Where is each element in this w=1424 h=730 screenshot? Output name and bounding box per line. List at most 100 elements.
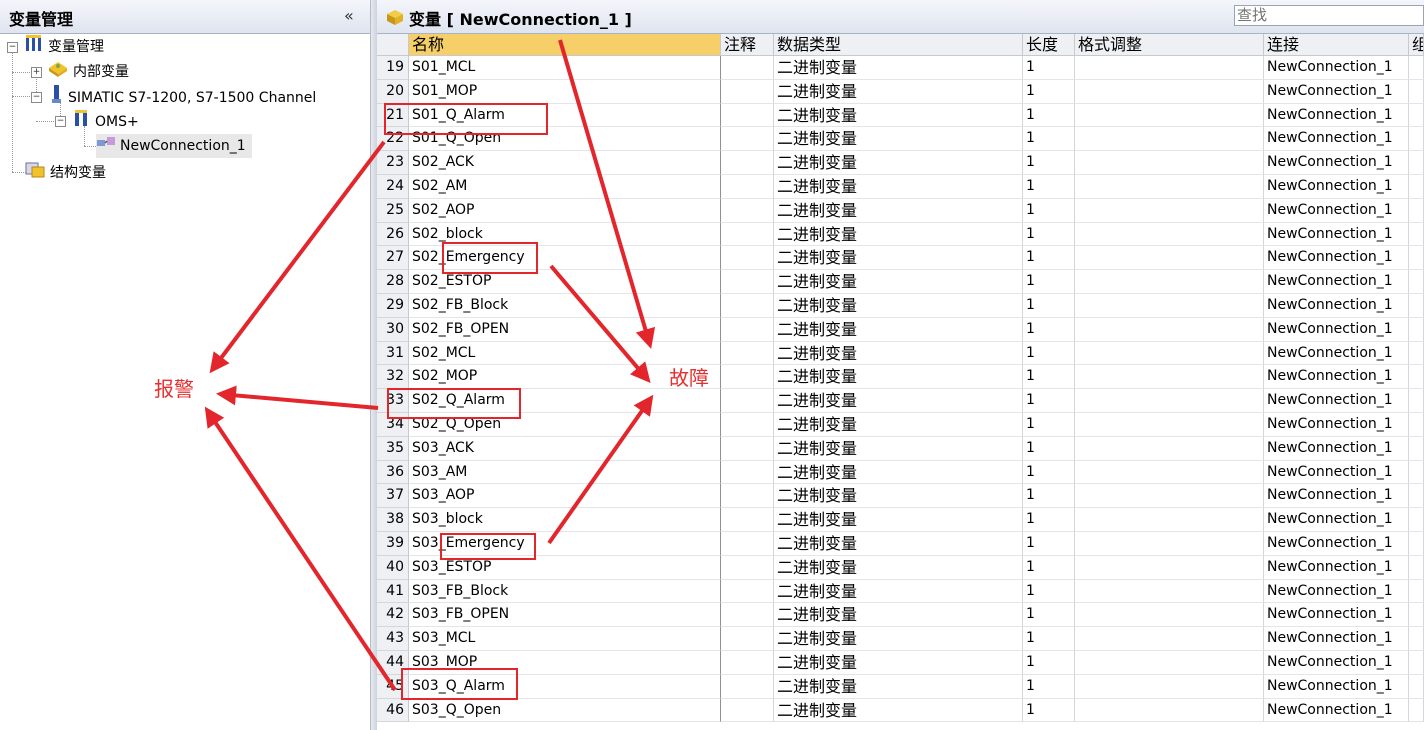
cell-fmt[interactable] bbox=[1075, 175, 1264, 199]
cell-comment[interactable] bbox=[721, 603, 774, 628]
tree-item-newconnection[interactable]: NewConnection_1 bbox=[96, 134, 252, 158]
table-row[interactable]: 43 S03_MCL 二进制变量 1 NewConnection_1 bbox=[377, 627, 1424, 651]
cell-name[interactable]: S03_AM bbox=[409, 460, 721, 485]
cell-type[interactable]: 二进制变量 bbox=[774, 103, 1023, 128]
row-number[interactable]: 23 bbox=[377, 151, 409, 175]
row-number[interactable]: 28 bbox=[377, 270, 409, 294]
cell-len[interactable]: 1 bbox=[1023, 627, 1075, 651]
table-row[interactable]: 33 S02_Q_Alarm 二进制变量 1 NewConnection_1 bbox=[377, 389, 1424, 413]
cell-comment[interactable] bbox=[721, 222, 774, 247]
cell-conn[interactable]: NewConnection_1 bbox=[1264, 698, 1409, 723]
table-row[interactable]: 24 S02_AM 二进制变量 1 NewConnection_1 bbox=[377, 175, 1424, 199]
cell-len[interactable]: 1 bbox=[1023, 508, 1075, 532]
cell-type[interactable]: 二进制变量 bbox=[774, 175, 1023, 199]
row-number[interactable]: 35 bbox=[377, 436, 409, 461]
cell-type[interactable]: 二进制变量 bbox=[774, 389, 1023, 413]
tree-item-struct-tags[interactable]: 结构变量 bbox=[24, 160, 106, 184]
cell-comment[interactable] bbox=[721, 317, 774, 342]
cell-comment[interactable] bbox=[721, 508, 774, 532]
cell-type[interactable]: 二进制变量 bbox=[774, 365, 1023, 390]
cell-grp[interactable] bbox=[1409, 413, 1424, 437]
cell-type[interactable]: 二进制变量 bbox=[774, 294, 1023, 318]
cell-grp[interactable] bbox=[1409, 175, 1424, 199]
collapse-toggle[interactable]: − bbox=[31, 92, 42, 103]
table-row[interactable]: 42 S03_FB_OPEN 二进制变量 1 NewConnection_1 bbox=[377, 603, 1424, 628]
cell-len[interactable]: 1 bbox=[1023, 603, 1075, 628]
tree-item-channel[interactable]: SIMATIC S7-1200, S7-1500 Channel bbox=[50, 84, 316, 108]
cell-conn[interactable]: NewConnection_1 bbox=[1264, 56, 1409, 80]
cell-fmt[interactable] bbox=[1075, 365, 1264, 390]
cell-grp[interactable] bbox=[1409, 532, 1424, 556]
cell-len[interactable]: 1 bbox=[1023, 246, 1075, 271]
cell-comment[interactable] bbox=[721, 341, 774, 366]
cell-type[interactable]: 二进制变量 bbox=[774, 341, 1023, 366]
column-header-name[interactable]: 名称 bbox=[409, 34, 721, 56]
column-header-comment[interactable]: 注释 bbox=[721, 34, 774, 56]
cell-name[interactable]: S03_Q_Open bbox=[409, 698, 721, 723]
cell-comment[interactable] bbox=[721, 270, 774, 294]
cell-fmt[interactable] bbox=[1075, 222, 1264, 247]
cell-fmt[interactable] bbox=[1075, 56, 1264, 80]
cell-grp[interactable] bbox=[1409, 365, 1424, 390]
cell-conn[interactable]: NewConnection_1 bbox=[1264, 579, 1409, 604]
cell-grp[interactable] bbox=[1409, 579, 1424, 604]
cell-grp[interactable] bbox=[1409, 151, 1424, 175]
cell-conn[interactable]: NewConnection_1 bbox=[1264, 103, 1409, 128]
cell-conn[interactable]: NewConnection_1 bbox=[1264, 413, 1409, 437]
cell-grp[interactable] bbox=[1409, 651, 1424, 675]
table-row[interactable]: 23 S02_ACK 二进制变量 1 NewConnection_1 bbox=[377, 151, 1424, 175]
cell-type[interactable]: 二进制变量 bbox=[774, 79, 1023, 104]
cell-name[interactable]: S03_MCL bbox=[409, 627, 721, 651]
cell-name[interactable]: S01_MOP bbox=[409, 79, 721, 104]
cell-name[interactable]: S02_FB_Block bbox=[409, 294, 721, 318]
cell-type[interactable]: 二进制变量 bbox=[774, 317, 1023, 342]
cell-fmt[interactable] bbox=[1075, 317, 1264, 342]
cell-comment[interactable] bbox=[721, 294, 774, 318]
row-number[interactable]: 46 bbox=[377, 698, 409, 723]
cell-grp[interactable] bbox=[1409, 508, 1424, 532]
row-number[interactable]: 40 bbox=[377, 555, 409, 580]
cell-conn[interactable]: NewConnection_1 bbox=[1264, 175, 1409, 199]
cell-name[interactable]: S02_AOP bbox=[409, 198, 721, 223]
row-number[interactable]: 32 bbox=[377, 365, 409, 390]
cell-comment[interactable] bbox=[721, 127, 774, 152]
table-row[interactable]: 35 S03_ACK 二进制变量 1 NewConnection_1 bbox=[377, 436, 1424, 461]
row-number[interactable]: 26 bbox=[377, 222, 409, 247]
cell-conn[interactable]: NewConnection_1 bbox=[1264, 603, 1409, 628]
cell-len[interactable]: 1 bbox=[1023, 127, 1075, 152]
cell-len[interactable]: 1 bbox=[1023, 698, 1075, 723]
search-input[interactable] bbox=[1234, 5, 1424, 26]
table-row[interactable]: 34 S02_Q_Open 二进制变量 1 NewConnection_1 bbox=[377, 413, 1424, 437]
cell-len[interactable]: 1 bbox=[1023, 532, 1075, 556]
cell-conn[interactable]: NewConnection_1 bbox=[1264, 460, 1409, 485]
cell-fmt[interactable] bbox=[1075, 270, 1264, 294]
row-number[interactable]: 38 bbox=[377, 508, 409, 532]
table-row[interactable]: 32 S02_MOP 二进制变量 1 NewConnection_1 bbox=[377, 365, 1424, 390]
table-row[interactable]: 37 S03_AOP 二进制变量 1 NewConnection_1 bbox=[377, 484, 1424, 509]
cell-fmt[interactable] bbox=[1075, 127, 1264, 152]
table-row[interactable]: 46 S03_Q_Open 二进制变量 1 NewConnection_1 bbox=[377, 698, 1424, 723]
row-number[interactable]: 39 bbox=[377, 532, 409, 556]
cell-grp[interactable] bbox=[1409, 460, 1424, 485]
cell-grp[interactable] bbox=[1409, 698, 1424, 723]
table-row[interactable]: 25 S02_AOP 二进制变量 1 NewConnection_1 bbox=[377, 198, 1424, 223]
cell-fmt[interactable] bbox=[1075, 413, 1264, 437]
cell-len[interactable]: 1 bbox=[1023, 294, 1075, 318]
cell-fmt[interactable] bbox=[1075, 674, 1264, 699]
cell-len[interactable]: 1 bbox=[1023, 198, 1075, 223]
cell-comment[interactable] bbox=[721, 175, 774, 199]
cell-fmt[interactable] bbox=[1075, 627, 1264, 651]
table-row[interactable]: 38 S03_block 二进制变量 1 NewConnection_1 bbox=[377, 508, 1424, 532]
row-number[interactable]: 19 bbox=[377, 56, 409, 80]
cell-len[interactable]: 1 bbox=[1023, 175, 1075, 199]
cell-name[interactable]: S03_block bbox=[409, 508, 721, 532]
column-header-type[interactable]: 数据类型 bbox=[774, 34, 1023, 56]
cell-name[interactable]: S03_ACK bbox=[409, 436, 721, 461]
cell-fmt[interactable] bbox=[1075, 389, 1264, 413]
cell-type[interactable]: 二进制变量 bbox=[774, 627, 1023, 651]
cell-name[interactable]: S02_AM bbox=[409, 175, 721, 199]
cell-type[interactable]: 二进制变量 bbox=[774, 508, 1023, 532]
cell-comment[interactable] bbox=[721, 79, 774, 104]
cell-fmt[interactable] bbox=[1075, 460, 1264, 485]
cell-len[interactable]: 1 bbox=[1023, 151, 1075, 175]
